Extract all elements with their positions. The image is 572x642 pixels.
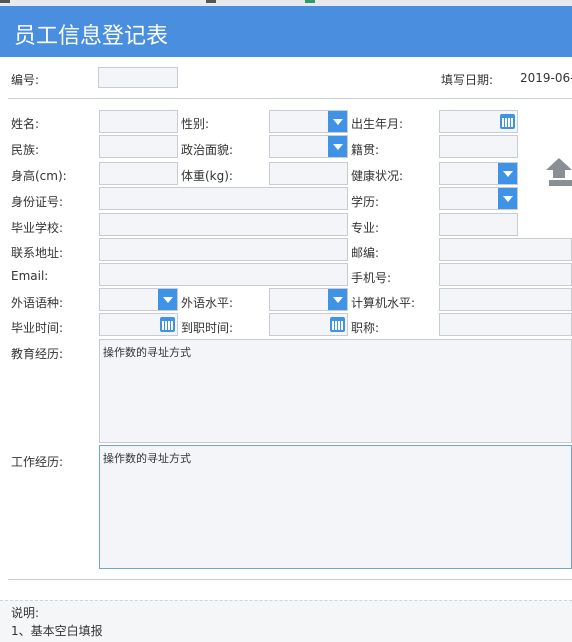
graduation-time-label: 毕业时间: xyxy=(11,321,64,335)
postcode-input[interactable] xyxy=(439,238,572,261)
school-input[interactable] xyxy=(99,213,348,236)
chevron-down-icon xyxy=(328,289,347,310)
major-label: 专业: xyxy=(351,221,380,235)
upload-icon[interactable] xyxy=(546,156,572,188)
join-time-label: 到职时间: xyxy=(181,321,234,335)
education-label: 学历: xyxy=(351,195,380,209)
weight-label: 体重(kg): xyxy=(181,169,233,183)
height-label: 身高(cm): xyxy=(11,169,67,183)
title-rank-label: 职称: xyxy=(351,321,380,335)
native-place-label: 籍贯: xyxy=(351,143,380,157)
form-header: 员工信息登记表 xyxy=(0,6,572,57)
language-level-select[interactable] xyxy=(269,288,348,311)
politics-label: 政治面貌: xyxy=(181,143,234,157)
chevron-down-icon xyxy=(498,163,517,184)
computer-level-label: 计算机水平: xyxy=(351,296,416,310)
chevron-down-icon xyxy=(498,188,517,209)
number-input[interactable] xyxy=(98,67,178,88)
education-select[interactable] xyxy=(439,187,518,210)
title-rank-input[interactable] xyxy=(439,313,572,336)
email-label: Email: xyxy=(11,269,49,283)
mobile-input[interactable] xyxy=(439,263,572,286)
notes-heading: 说明: xyxy=(11,606,40,620)
language-select[interactable] xyxy=(99,288,178,311)
chevron-down-icon xyxy=(328,111,347,132)
divider xyxy=(8,579,572,580)
top-marker xyxy=(0,0,10,3)
work-history-label: 工作经历: xyxy=(11,455,64,469)
postcode-label: 邮编: xyxy=(351,246,380,260)
politics-select[interactable] xyxy=(269,135,348,158)
name-input[interactable] xyxy=(99,110,178,133)
address-label: 联系地址: xyxy=(11,246,64,260)
birth-date-input[interactable] xyxy=(439,110,518,133)
top-marker xyxy=(206,0,216,3)
weight-input[interactable] xyxy=(269,162,348,185)
ethnicity-input[interactable] xyxy=(99,135,178,158)
calendar-icon[interactable] xyxy=(160,317,175,332)
number-label: 编号: xyxy=(11,73,40,87)
idcard-input[interactable] xyxy=(99,187,348,210)
gender-select[interactable] xyxy=(269,110,348,133)
notes-panel: 说明: 1、基本空白填报 xyxy=(0,600,572,642)
email-input[interactable] xyxy=(99,263,348,286)
school-label: 毕业学校: xyxy=(11,221,64,235)
computer-level-input[interactable] xyxy=(439,288,572,311)
mobile-label: 手机号: xyxy=(351,271,392,285)
graduation-time-input[interactable] xyxy=(99,313,178,336)
top-marker xyxy=(305,0,315,3)
major-input[interactable] xyxy=(439,213,518,236)
gender-label: 性别: xyxy=(181,117,210,131)
health-label: 健康状况: xyxy=(351,169,404,183)
divider xyxy=(8,98,572,99)
calendar-icon[interactable] xyxy=(330,317,345,332)
idcard-label: 身份证号: xyxy=(11,195,64,209)
join-time-input[interactable] xyxy=(269,313,348,336)
chevron-down-icon xyxy=(328,136,347,157)
education-history-label: 教育经历: xyxy=(11,347,64,361)
height-input[interactable] xyxy=(99,162,178,185)
health-select[interactable] xyxy=(439,162,518,185)
native-place-input[interactable] xyxy=(439,135,518,158)
page-title: 员工信息登记表 xyxy=(14,24,169,49)
fill-date-value: 2019-06- xyxy=(520,71,572,85)
name-label: 姓名: xyxy=(11,117,40,131)
fill-date-label: 填写日期: xyxy=(441,73,494,87)
ethnicity-label: 民族: xyxy=(11,143,40,157)
calendar-icon[interactable] xyxy=(500,114,515,129)
language-level-label: 外语水平: xyxy=(181,296,234,310)
language-label: 外语语种: xyxy=(11,296,64,310)
education-history-textarea[interactable]: 操作数的寻址方式 xyxy=(99,339,572,443)
notes-line: 1、基本空白填报 xyxy=(11,624,103,638)
chevron-down-icon xyxy=(158,289,177,310)
address-input[interactable] xyxy=(99,238,348,261)
work-history-textarea[interactable]: 操作数的寻址方式 xyxy=(99,445,572,569)
birth-label: 出生年月: xyxy=(351,117,404,131)
